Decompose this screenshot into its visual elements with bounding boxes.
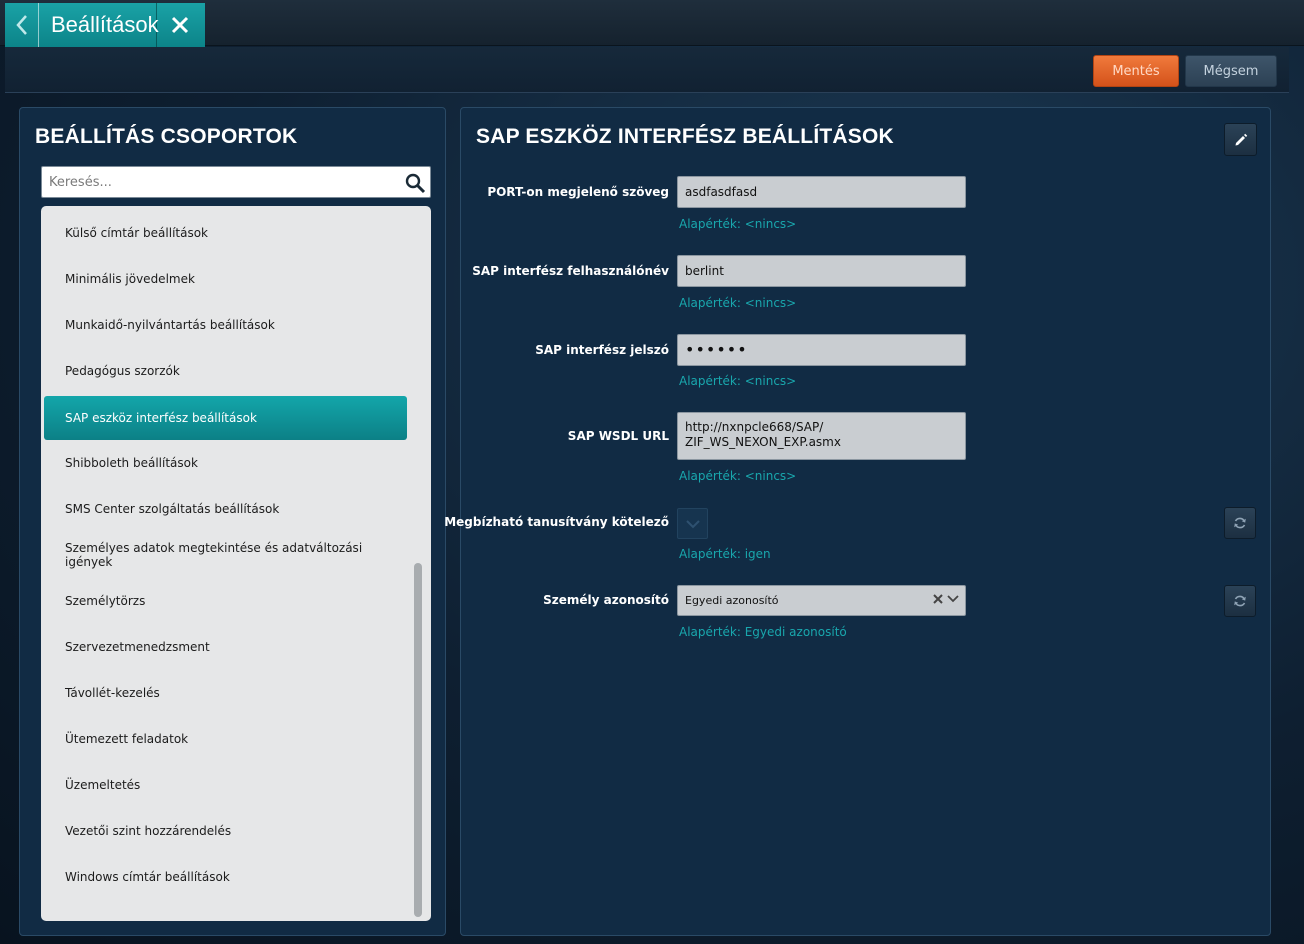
list-item[interactable]: Minimális jövedelmek (44, 257, 407, 301)
list-item[interactable]: Külső címtár beállítások (44, 211, 407, 255)
chevron-down-icon[interactable] (947, 595, 959, 603)
password-input[interactable]: •••••• (677, 334, 966, 366)
search-icon[interactable] (404, 172, 426, 194)
refresh-icon (1234, 517, 1246, 529)
password-default: Alapérték: <nincs> (679, 374, 797, 388)
chevron-left-icon (15, 15, 27, 35)
list-item[interactable]: Személytörzs (44, 579, 407, 623)
port-text-default: Alapérték: <nincs> (679, 217, 797, 231)
pencil-icon (1235, 133, 1247, 145)
list-item[interactable]: Pedagógus szorzók (44, 349, 407, 393)
port-text-input[interactable]: asdfasdfasd (677, 176, 966, 208)
person-id-label: Személy azonosító (543, 593, 669, 607)
save-button[interactable]: Mentés (1093, 55, 1179, 87)
list-item[interactable]: Ütemezett feladatok (44, 717, 407, 761)
list-item[interactable]: Üzemeltetés (44, 763, 407, 807)
person-id-select[interactable]: Egyedi azonosító (677, 585, 966, 616)
close-icon (171, 16, 189, 34)
settings-groups-panel: BEÁLLÍTÁS CSOPORTOK Külső címtár beállít… (19, 107, 446, 936)
search-input[interactable] (49, 172, 389, 192)
trusted-cert-reset-button[interactable] (1224, 507, 1256, 539)
close-button[interactable] (157, 3, 203, 47)
wsdl-url-label: SAP WSDL URL (567, 429, 669, 443)
settings-group-list: Külső címtár beállítások Minimális jöved… (41, 206, 431, 921)
list-item[interactable]: SMS Center szolgáltatás beállítások (44, 487, 407, 531)
person-id-reset-button[interactable] (1224, 585, 1256, 617)
action-bar: Mentés Mégsem (5, 47, 1289, 93)
checkmark-icon (685, 519, 700, 528)
edit-button[interactable] (1224, 123, 1257, 156)
list-scrollbar[interactable] (414, 563, 422, 917)
list-item[interactable]: Windows címtár beállítások (44, 855, 407, 899)
settings-detail-title: SAP ESZKÖZ INTERFÉSZ BEÁLLÍTÁSOK (476, 125, 894, 148)
page-title: Beállítások (39, 3, 159, 47)
list-item[interactable]: Shibboleth beállítások (44, 441, 407, 485)
wsdl-url-default: Alapérték: <nincs> (679, 469, 797, 483)
cancel-button[interactable]: Mégsem (1185, 55, 1277, 87)
list-item[interactable]: Szervezetmenedzsment (44, 625, 407, 669)
list-item-selected[interactable]: SAP eszköz interfész beállítások (44, 396, 407, 440)
title-tab: Beállítások (5, 3, 205, 47)
trusted-cert-default: Alapérték: igen (679, 547, 771, 561)
wsdl-url-input[interactable]: http://nxnpcle668/SAP/ ZIF_WS_NEXON_EXP.… (677, 412, 966, 460)
search-box (41, 166, 431, 198)
settings-detail-panel: SAP ESZKÖZ INTERFÉSZ BEÁLLÍTÁSOK PORT-on… (444, 107, 1271, 936)
username-input[interactable]: berlint (677, 255, 966, 287)
settings-groups-title: BEÁLLÍTÁS CSOPORTOK (35, 125, 298, 148)
back-button[interactable] (5, 3, 39, 47)
port-text-label: PORT-on megjelenő szöveg (487, 185, 669, 199)
list-item[interactable]: Személyes adatok megtekintése és adatvál… (44, 533, 407, 577)
username-label: SAP interfész felhasználónév (472, 264, 669, 278)
top-bar: Beállítások (0, 0, 1304, 47)
refresh-icon (1234, 595, 1246, 607)
password-label: SAP interfész jelszó (535, 343, 669, 357)
person-id-default: Alapérték: Egyedi azonosító (679, 625, 847, 639)
username-default: Alapérték: <nincs> (679, 296, 797, 310)
trusted-cert-label: Megbízható tanusítvány kötelező (444, 515, 669, 529)
person-id-value: Egyedi azonosító (685, 594, 779, 607)
list-item[interactable]: Munkaidő-nyilvántartás beállítások (44, 303, 407, 347)
trusted-cert-checkbox[interactable] (677, 508, 708, 539)
list-item[interactable]: Vezetői szint hozzárendelés (44, 809, 407, 853)
list-item[interactable]: Távollét-kezelés (44, 671, 407, 715)
clear-icon[interactable] (933, 594, 943, 604)
